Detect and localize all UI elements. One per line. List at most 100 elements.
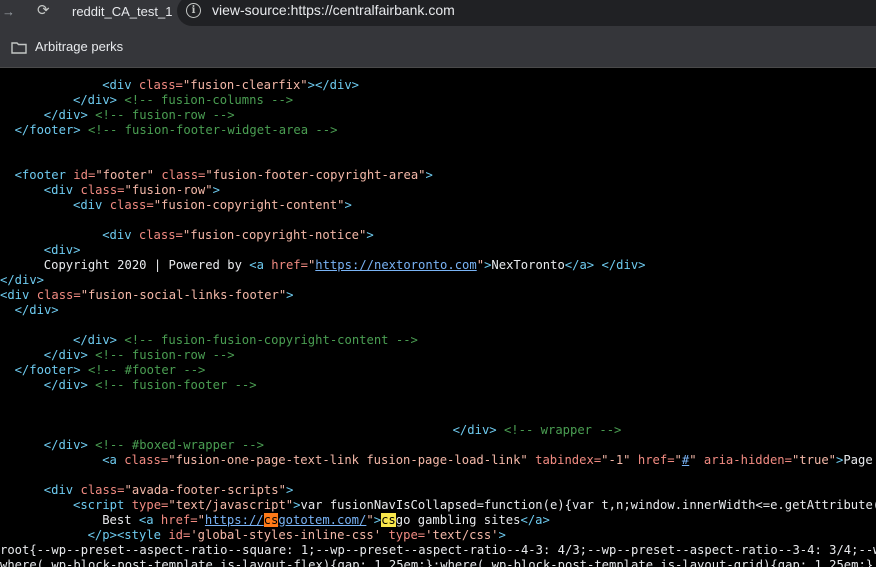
source-token: <div [43,183,81,197]
source-token: "fusion-copyright-content" [153,198,345,212]
source-token: > [366,228,374,242]
source-token: </div> [452,423,504,437]
source-token: </a> [520,513,550,527]
source-token: <div [102,228,139,242]
source-line: <div class="avada-footer-scripts"> [44,483,294,498]
source-token: > [286,288,294,302]
source-token: <a [102,453,125,467]
source-token: <!-- #footer --> [87,363,206,377]
source-token: class= [154,168,206,182]
source-token: <a [249,258,272,272]
source-token: <script [73,498,132,512]
source-token: " [476,258,485,272]
source-line: <div class="fusion-row"> [44,183,220,198]
source-token: "fusion-row" [124,183,213,197]
source-line: <footer id="footer" class="fusion-footer… [15,168,433,183]
tab-title[interactable]: reddit_CA_test_1 [72,4,172,19]
source-line: </div> <!-- fusion-row --> [44,348,235,363]
source-token: </footer> [14,363,88,377]
source-token: class= [138,228,183,242]
source-code-view: <div class="fusion-clearfix"></div> </div… [0,68,876,567]
source-token: </div> [43,378,96,392]
source-line: <a class="fusion-one-page-text-link fusi… [102,453,876,468]
source-token: </a> </div> [564,258,646,272]
source-token: " [674,453,682,467]
source-token: "fusion-one-page-text-link fusion-page-l… [168,453,528,467]
source-token: > [344,198,352,212]
source-token: <!-- fusion-footer-widget-area --> [87,123,338,137]
source-line: <div class="fusion-copyright-content"> [73,198,352,213]
source-token: Page load [843,453,873,467]
source-token: "true" [791,453,836,467]
source-token: </div> [14,303,59,317]
source-token: "avada-footer-scripts" [124,483,286,497]
browser-toolbar: → ⟳ reddit_CA_test_1 i view-source:https… [0,0,876,28]
source-token: class= [138,78,183,92]
source-token: "fusion-social-links-footer" [80,288,287,302]
source-token: <div [73,198,110,212]
source-token: <!-- fusion-row --> [95,348,235,362]
source-token: href= [160,513,198,527]
source-token: go gambling sites [395,513,521,527]
source-token: id= [73,168,96,182]
source-line: </footer> <!-- fusion-footer-widget-area… [15,123,338,138]
source-token: id= [168,528,191,542]
source-token: "footer" [95,168,155,182]
source-line: root{--wp--preset--aspect-ratio--square:… [0,543,876,558]
source-line: </footer> <!-- #footer --> [15,363,206,378]
source-token: class= [36,288,81,302]
source-token: "-1" [601,453,631,467]
bookmark-arbitrage-perks[interactable]: Arbitrage perks [35,39,123,54]
url-text[interactable]: view-source:https://centralfairbank.com [212,2,455,18]
source-token: class= [80,183,125,197]
source-line: <div> [44,243,81,258]
source-token: <!-- wrapper --> [503,423,622,437]
source-token: <!-- fusion-footer --> [95,378,257,392]
source-line: </div> <!-- #boxed-wrapper --> [44,438,264,453]
source-token: "text/javascript" [168,498,294,512]
source-line: </div> <!-- fusion-footer --> [44,378,257,393]
source-token: type= [381,528,426,542]
source-token: NexToronto [491,258,565,272]
source-token: " [197,513,205,527]
folder-icon [11,41,27,59]
source-token: var fusionNavIsCollapsed=function(e){var… [300,498,876,512]
source-token: aria-hidden= [696,453,792,467]
source-link[interactable]: gototem.com/ [278,513,366,527]
source-token: "fusion-footer-copyright-area" [205,168,426,182]
source-token: </div> [73,333,125,347]
source-token: </div> [73,93,125,107]
source-token: "fusion-clearfix" [182,78,308,92]
source-line: <div class="fusion-copyright-notice"> [102,228,374,243]
source-line: where(.wp-block-post-template.is-layout-… [0,558,873,567]
source-token: </p><style [87,528,169,542]
source-line: <div class="fusion-social-links-footer"> [0,288,294,303]
source-token: > [285,483,294,497]
source-token: <!-- fusion-row --> [95,108,235,122]
source-token: > [498,528,506,542]
source-token: class= [124,453,169,467]
source-token: <div [102,78,139,92]
source-token: href= [630,453,675,467]
source-line: </div> [15,303,59,318]
source-link[interactable]: https:// [205,513,264,527]
source-token: <!-- #boxed-wrapper --> [95,438,264,452]
source-token: Best [102,513,139,527]
source-token: <a [138,513,161,527]
source-token: > [425,168,433,182]
source-line: </p><style id='global-styles-inline-css'… [88,528,506,543]
info-icon[interactable]: i [186,3,201,18]
source-token: <div [0,288,37,302]
forward-arrow-icon[interactable]: → [2,5,15,18]
source-token: > [212,183,220,197]
source-line: Copyright 2020 | Powered by <a href= "htt… [44,258,646,273]
source-token: class= [109,198,154,212]
source-token: " [689,453,697,467]
bookmarks-bar: Arbitrage perks [0,28,876,68]
source-token: <!-- fusion-fusion-copyright-content --> [124,333,418,347]
source-line: </div> [0,273,44,288]
source-line: </div> <!-- fusion-row --> [44,108,235,123]
reload-icon[interactable]: ⟳ [37,3,50,18]
source-token: </div> [43,108,96,122]
source-link[interactable]: https://nextoronto.com [315,258,476,272]
